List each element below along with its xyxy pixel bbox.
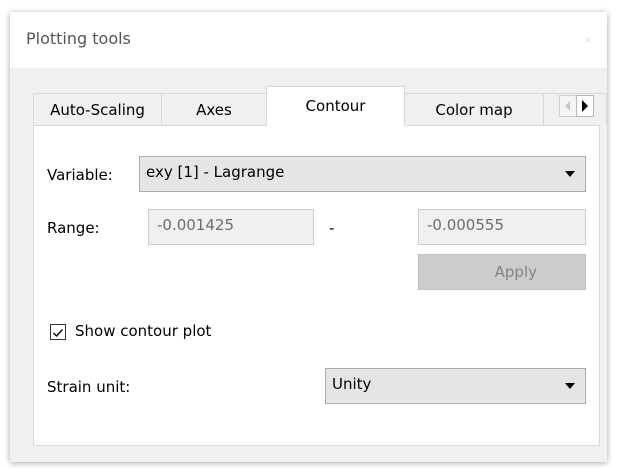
- close-button[interactable]: ×: [579, 32, 597, 50]
- strain-unit-dropdown[interactable]: Unity: [325, 368, 586, 404]
- tab-label: Axes: [196, 101, 232, 119]
- tab-label: Auto-Scaling: [50, 101, 145, 119]
- client-area: Auto-Scaling Axes Contour Color map ı Va…: [10, 68, 607, 462]
- tab-contour[interactable]: Contour: [266, 86, 405, 126]
- tab-scroll-left-button[interactable]: [559, 95, 577, 117]
- apply-button-label: Apply: [494, 263, 537, 281]
- range-min-field[interactable]: -0.001425: [148, 209, 314, 245]
- strain-unit-value: Unity: [332, 375, 372, 393]
- tab-auto-scaling[interactable]: Auto-Scaling: [33, 93, 162, 125]
- tab-color-map[interactable]: Color map: [404, 93, 544, 125]
- variable-label: Variable:: [47, 166, 113, 184]
- show-contour-label[interactable]: Show contour plot: [75, 322, 211, 340]
- checkmark-icon: [53, 329, 64, 338]
- window-title: Plotting tools: [26, 29, 131, 48]
- title-bar: Plotting tools ×: [10, 12, 607, 68]
- tab-label: Contour: [305, 97, 366, 115]
- variable-value: exy [1] - Lagrange: [146, 163, 285, 181]
- tab-axes[interactable]: Axes: [161, 93, 267, 125]
- strain-unit-label: Strain unit:: [47, 378, 131, 396]
- apply-button[interactable]: Apply: [418, 254, 586, 290]
- arrow-right-icon: [582, 100, 588, 112]
- range-separator: -: [329, 219, 335, 237]
- plotting-tools-window: Plotting tools × Auto-Scaling Axes Conto…: [10, 12, 607, 462]
- contour-panel: Variable: exy [1] - Lagrange Range: -0.0…: [33, 125, 600, 446]
- range-min-value: -0.001425: [157, 216, 234, 234]
- range-label: Range:: [47, 219, 100, 237]
- chevron-down-icon: [565, 171, 575, 177]
- range-max-field[interactable]: -0.000555: [418, 209, 586, 245]
- chevron-down-icon: [565, 383, 575, 389]
- tab-label: Color map: [435, 101, 513, 119]
- tab-scroll-right-button[interactable]: [576, 95, 594, 117]
- show-contour-checkbox[interactable]: [50, 324, 66, 340]
- range-max-value: -0.000555: [427, 216, 504, 234]
- arrow-left-icon: [565, 101, 570, 111]
- variable-dropdown[interactable]: exy [1] - Lagrange: [139, 156, 586, 192]
